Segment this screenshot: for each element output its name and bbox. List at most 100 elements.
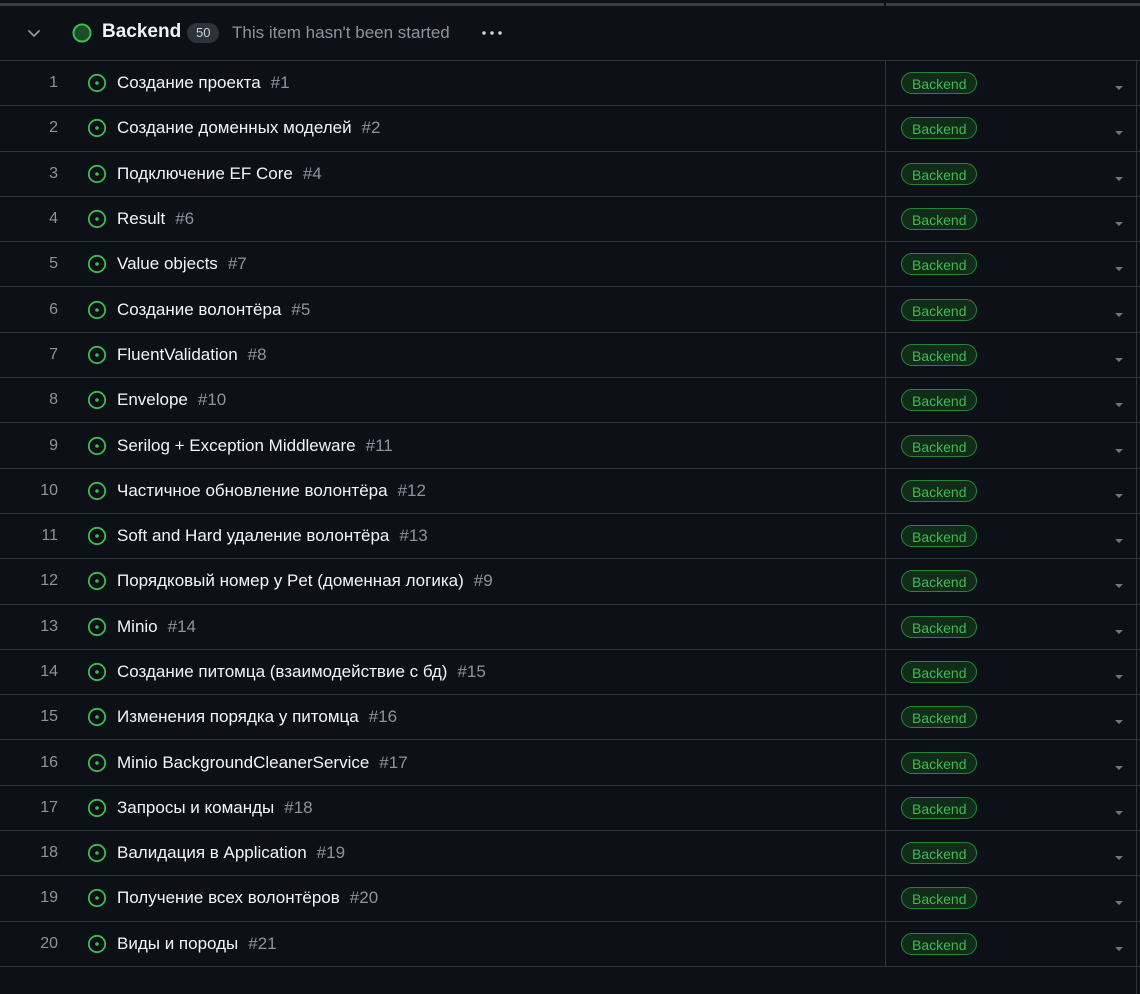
label-badge[interactable]: Backend bbox=[901, 525, 978, 548]
label-badge[interactable]: Backend bbox=[901, 72, 978, 95]
dropdown-caret-icon[interactable] bbox=[1112, 262, 1126, 276]
table-row[interactable]: 15 Изменения порядка у питомца #16 Backend bbox=[0, 695, 1140, 741]
dropdown-caret-icon[interactable] bbox=[1112, 217, 1126, 231]
issue-title[interactable]: Soft and Hard удаление волонтёра #13 bbox=[117, 526, 428, 546]
label-badge[interactable]: Backend bbox=[901, 434, 978, 457]
table-row[interactable]: 2 Создание доменных моделей #2 Backend bbox=[0, 106, 1140, 152]
chevron-down-icon[interactable] bbox=[24, 23, 44, 43]
issue-title-text[interactable]: Result bbox=[117, 209, 165, 228]
label-badge[interactable]: Backend bbox=[901, 479, 978, 502]
issue-title[interactable]: Создание питомца (взаимодействие с бд) #1… bbox=[117, 662, 486, 682]
label-badge[interactable]: Backend bbox=[901, 887, 978, 910]
table-row[interactable]: 13 Minio #14 Backend bbox=[0, 604, 1140, 650]
issue-title[interactable]: Изменения порядка у питомца #16 bbox=[117, 707, 397, 727]
issue-title-text[interactable]: FluentValidation bbox=[117, 345, 238, 364]
issue-title-text[interactable]: Запросы и команды bbox=[117, 798, 274, 817]
dropdown-caret-icon[interactable] bbox=[1112, 579, 1126, 593]
table-row[interactable]: 5 Value objects #7 Backend bbox=[0, 242, 1140, 288]
dropdown-caret-icon[interactable] bbox=[1112, 444, 1126, 458]
table-row[interactable]: 11 Soft and Hard удаление волонтёра #13 Bac… bbox=[0, 513, 1140, 560]
issue-title-text[interactable]: Minio BackgroundCleanerService bbox=[117, 753, 369, 772]
issue-title-text[interactable]: Частичное обновление волонтёра bbox=[117, 481, 388, 500]
issue-title-text[interactable]: Подключение EF Core bbox=[117, 164, 293, 183]
label-badge[interactable]: Backend bbox=[901, 570, 978, 593]
issue-title[interactable]: Создание доменных моделей #2 bbox=[117, 118, 381, 138]
issue-title-text[interactable]: Порядковый номер у Pet (доменная логика) bbox=[117, 571, 464, 590]
dropdown-caret-icon[interactable] bbox=[1112, 851, 1126, 865]
table-row[interactable]: 12 Порядковый номер у Pet (доменная логик… bbox=[0, 559, 1140, 605]
issue-title[interactable]: Порядковый номер у Pet (доменная логика)… bbox=[117, 571, 493, 591]
issue-title[interactable]: Envelope #10 bbox=[117, 390, 226, 410]
issue-title-text[interactable]: Envelope bbox=[117, 390, 188, 409]
table-row[interactable]: 18 Валидация в Application #19 Backend bbox=[0, 831, 1140, 877]
issue-title-text[interactable]: Value objects bbox=[117, 254, 218, 273]
issue-title[interactable]: FluentValidation #8 bbox=[117, 345, 267, 365]
dropdown-caret-icon[interactable] bbox=[1112, 670, 1126, 684]
table-row[interactable]: 14 Создание питомца (взаимодействие с бд)… bbox=[0, 649, 1140, 696]
label-badge[interactable]: Backend bbox=[901, 389, 978, 412]
issue-title[interactable]: Minio #14 bbox=[117, 617, 196, 637]
table-row[interactable]: 1 Создание проекта #1 Backend bbox=[0, 61, 1140, 107]
label-badge[interactable]: Backend bbox=[901, 298, 978, 321]
dropdown-caret-icon[interactable] bbox=[1112, 625, 1126, 639]
table-row[interactable]: 4 Result #6 Backend bbox=[0, 196, 1140, 243]
dropdown-caret-icon[interactable] bbox=[1112, 715, 1126, 729]
dropdown-caret-icon[interactable] bbox=[1112, 489, 1126, 503]
issue-title-text[interactable]: Soft and Hard удаление волонтёра bbox=[117, 526, 389, 545]
dropdown-caret-icon[interactable] bbox=[1112, 942, 1126, 956]
issue-title[interactable]: Подключение EF Core #4 bbox=[117, 164, 322, 184]
table-row[interactable]: 16 Minio BackgroundCleanerService #17 Backe… bbox=[0, 740, 1140, 786]
issue-title[interactable]: Частичное обновление волонтёра #12 bbox=[117, 481, 426, 501]
label-badge[interactable]: Backend bbox=[901, 253, 978, 276]
issue-title[interactable]: Получение всех волонтёров #20 bbox=[117, 888, 378, 908]
issue-title-text[interactable]: Создание питомца (взаимодействие с бд) bbox=[117, 662, 447, 681]
dropdown-caret-icon[interactable] bbox=[1112, 308, 1126, 322]
issue-title[interactable]: Result #6 bbox=[117, 209, 194, 229]
issue-title[interactable]: Serilog + Exception Middleware #11 bbox=[117, 436, 393, 456]
issue-title-text[interactable]: Валидация в Application bbox=[117, 843, 307, 862]
issue-title[interactable]: Создание проекта #1 bbox=[117, 73, 290, 93]
table-row[interactable]: 6 Создание волонтёра #5 Backend bbox=[0, 287, 1140, 333]
issue-title[interactable]: Валидация в Application #19 bbox=[117, 843, 345, 863]
issue-title[interactable]: Minio BackgroundCleanerService #17 bbox=[117, 753, 408, 773]
issue-title[interactable]: Создание волонтёра #5 bbox=[117, 300, 310, 320]
label-badge[interactable]: Backend bbox=[901, 208, 978, 231]
label-badge[interactable]: Backend bbox=[901, 615, 978, 638]
dropdown-caret-icon[interactable] bbox=[1112, 81, 1126, 95]
dropdown-caret-icon[interactable] bbox=[1112, 126, 1126, 140]
label-badge[interactable]: Backend bbox=[901, 796, 978, 819]
issue-title[interactable]: Запросы и команды #18 bbox=[117, 798, 313, 818]
table-row[interactable]: 20 Виды и породы #21 Backend bbox=[0, 921, 1140, 967]
label-badge[interactable]: Backend bbox=[901, 343, 978, 366]
label-badge[interactable]: Backend bbox=[901, 706, 978, 729]
issue-title[interactable]: Виды и породы #21 bbox=[117, 934, 277, 954]
issue-title[interactable]: Value objects #7 bbox=[117, 254, 247, 274]
kebab-menu-icon[interactable] bbox=[476, 20, 508, 46]
table-row[interactable]: 7 FluentValidation #8 Backend bbox=[0, 332, 1140, 379]
dropdown-caret-icon[interactable] bbox=[1112, 172, 1126, 186]
table-row[interactable]: 17 Запросы и команды #18 Backend bbox=[0, 785, 1140, 832]
label-badge[interactable]: Backend bbox=[901, 661, 978, 683]
label-badge[interactable]: Backend bbox=[901, 842, 978, 865]
dropdown-caret-icon[interactable] bbox=[1112, 534, 1126, 548]
issue-title-text[interactable]: Получение всех волонтёров bbox=[117, 888, 340, 907]
dropdown-caret-icon[interactable] bbox=[1112, 761, 1126, 775]
label-badge[interactable]: Backend bbox=[901, 117, 978, 140]
issue-title-text[interactable]: Изменения порядка у питомца bbox=[117, 707, 359, 726]
table-row[interactable]: 8 Envelope #10 Backend bbox=[0, 378, 1140, 424]
issue-title-text[interactable]: Виды и породы bbox=[117, 934, 238, 953]
issue-title-text[interactable]: Serilog + Exception Middleware bbox=[117, 436, 356, 455]
issue-title-text[interactable]: Создание доменных моделей bbox=[117, 118, 352, 137]
label-badge[interactable]: Backend bbox=[901, 751, 978, 774]
table-row[interactable]: 3 Подключение EF Core #4 Backend bbox=[0, 151, 1140, 197]
issue-title-text[interactable]: Создание проекта bbox=[117, 73, 261, 92]
dropdown-caret-icon[interactable] bbox=[1112, 896, 1126, 910]
dropdown-caret-icon[interactable] bbox=[1112, 353, 1126, 367]
dropdown-caret-icon[interactable] bbox=[1112, 398, 1126, 412]
dropdown-caret-icon[interactable] bbox=[1112, 806, 1126, 820]
table-row[interactable]: 10 Частичное обновление волонтёра #12 Backe… bbox=[0, 468, 1140, 514]
label-badge[interactable]: Backend bbox=[901, 162, 978, 185]
table-row[interactable]: 9 Serilog + Exception Middleware #11 Backen… bbox=[0, 423, 1140, 469]
table-row[interactable]: 19 Получение всех волонтёров #20 Backend bbox=[0, 876, 1140, 922]
issue-title-text[interactable]: Minio bbox=[117, 617, 158, 636]
